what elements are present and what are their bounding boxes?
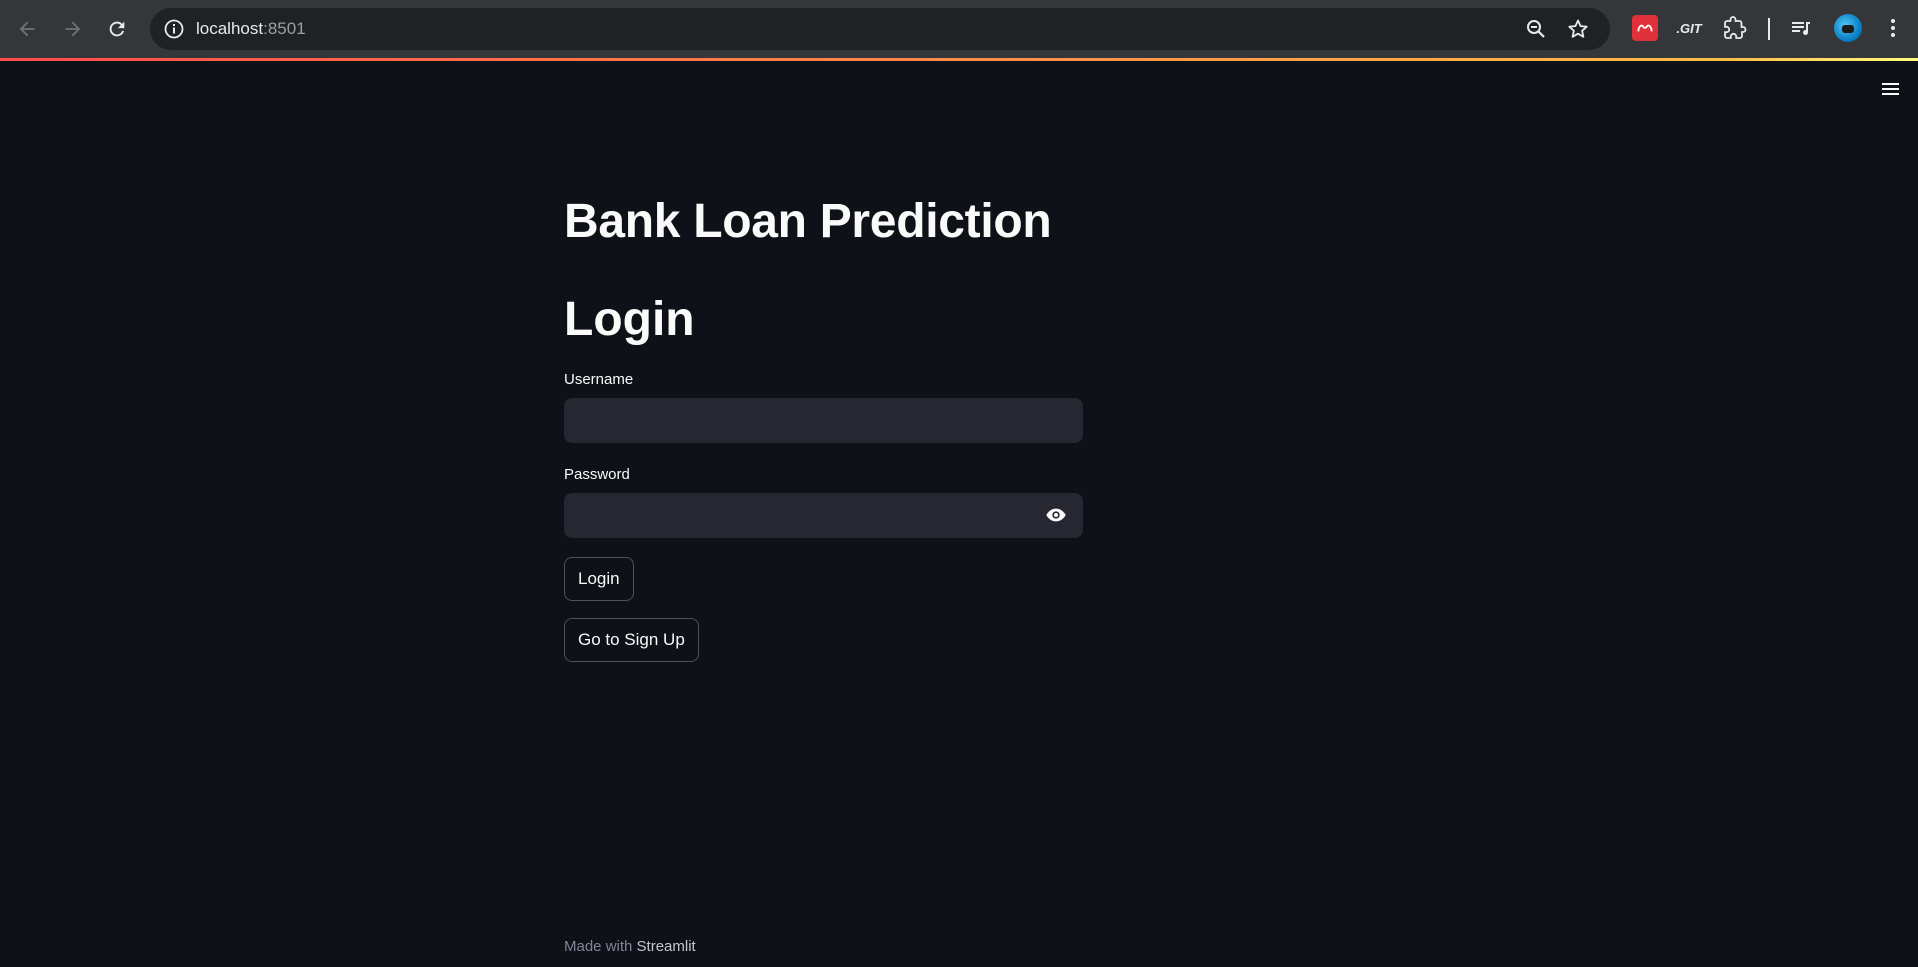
- reload-icon[interactable]: [100, 12, 134, 46]
- address-bar[interactable]: localhost:8501: [150, 8, 1610, 50]
- mendeley-extension-icon[interactable]: [1632, 15, 1658, 41]
- profile-avatar[interactable]: [1834, 14, 1862, 42]
- media-control-icon[interactable]: [1788, 15, 1814, 41]
- password-label: Password: [564, 466, 630, 483]
- eye-icon[interactable]: [1044, 503, 1068, 527]
- git-extension-icon[interactable]: .GIT: [1676, 15, 1702, 41]
- extensions-puzzle-icon[interactable]: [1722, 15, 1748, 41]
- page-title: Bank Loan Prediction: [564, 195, 1052, 248]
- password-input[interactable]: [564, 493, 1083, 538]
- toolbar-separator: [1768, 18, 1770, 40]
- url-text[interactable]: localhost:8501: [196, 19, 306, 39]
- zoom-out-icon[interactable]: [1524, 17, 1548, 41]
- chrome-menu-icon[interactable]: [1880, 15, 1906, 41]
- login-button[interactable]: Login: [564, 557, 634, 601]
- username-input[interactable]: [564, 398, 1083, 443]
- browser-toolbar: localhost:8501 .GIT: [0, 0, 1918, 58]
- streamlit-decoration-bar: [0, 58, 1918, 61]
- streamlit-link[interactable]: Streamlit: [637, 938, 696, 955]
- footer-prefix: Made with: [564, 938, 637, 955]
- footer: Made with Streamlit: [564, 938, 696, 955]
- forward-icon[interactable]: [56, 12, 90, 46]
- back-icon[interactable]: [10, 12, 44, 46]
- username-label: Username: [564, 371, 634, 388]
- hamburger-menu-icon[interactable]: [1882, 80, 1904, 98]
- star-icon[interactable]: [1566, 17, 1590, 41]
- login-heading: Login: [564, 293, 695, 346]
- go-to-signup-button[interactable]: Go to Sign Up: [564, 618, 699, 662]
- info-icon[interactable]: [162, 17, 186, 41]
